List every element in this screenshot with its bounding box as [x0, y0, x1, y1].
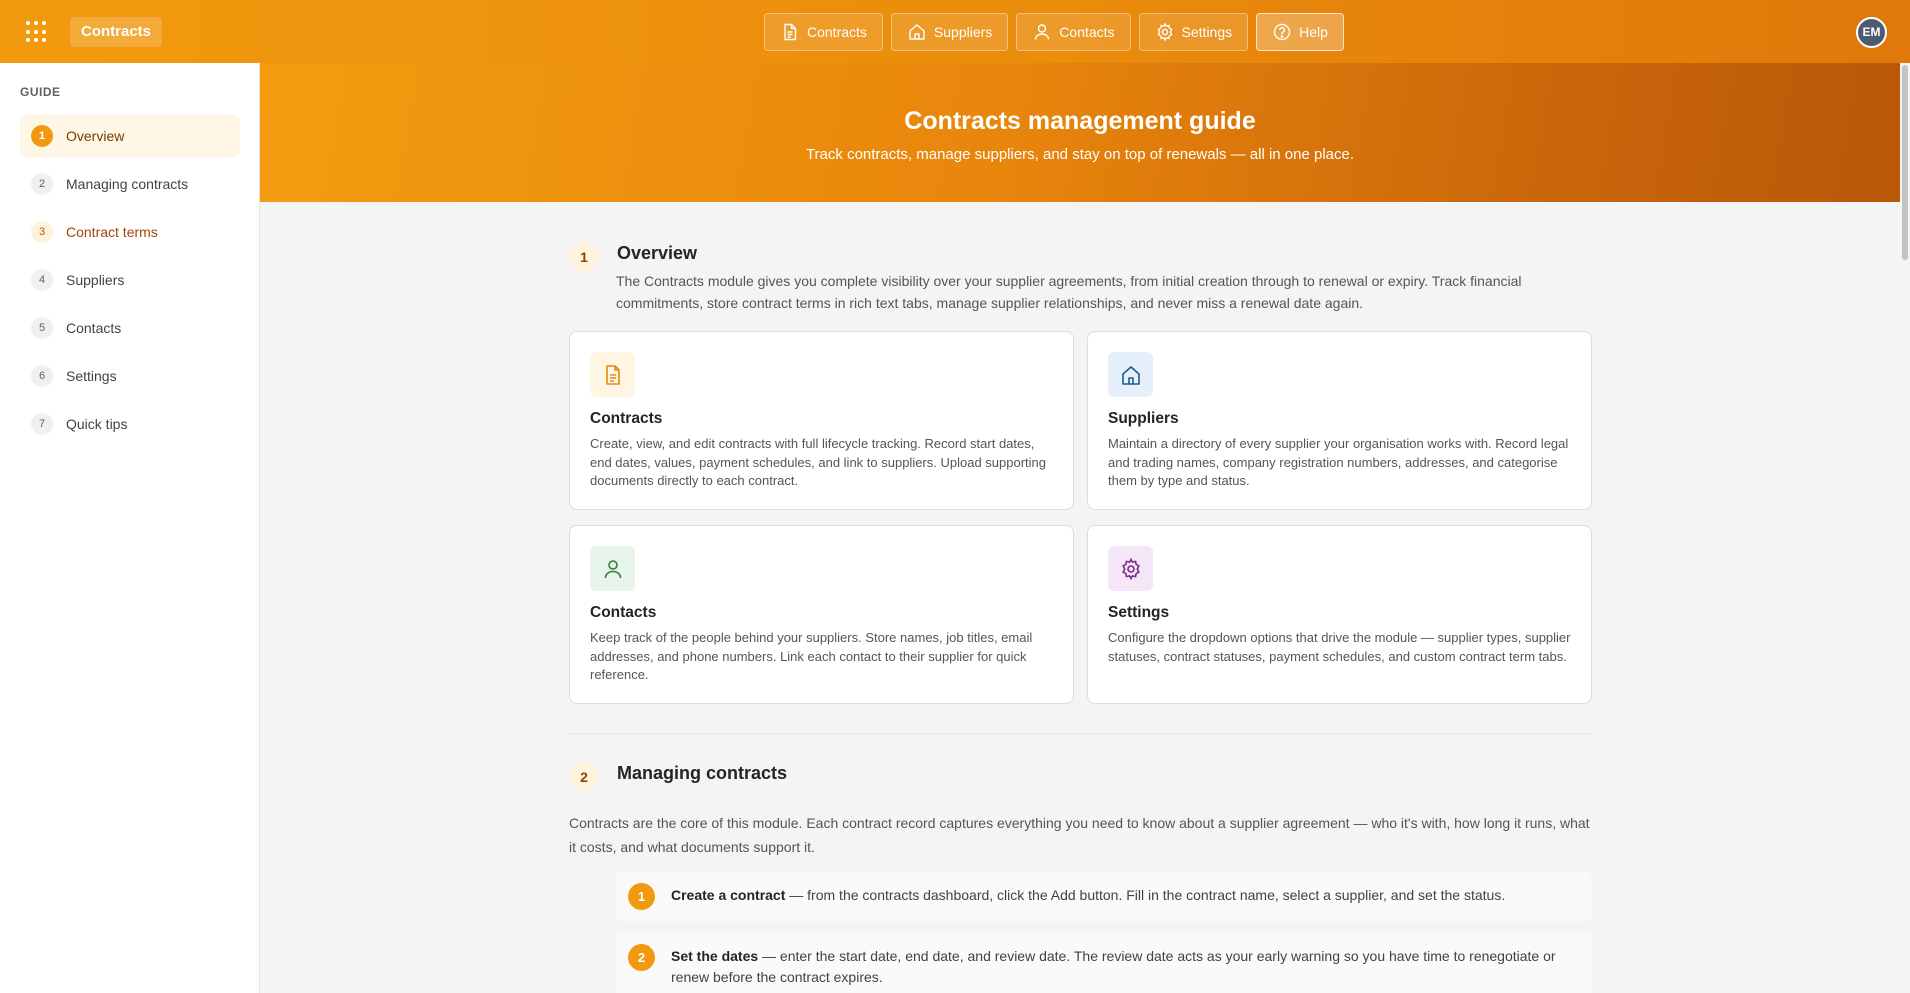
sidebar-item-overview[interactable]: 1 Overview: [20, 115, 240, 157]
top-bar: Contracts Contracts Suppliers Contacts S…: [0, 0, 1910, 63]
card-title: Suppliers: [1108, 410, 1179, 427]
feature-card-contacts[interactable]: Contacts Keep track of the people behind…: [569, 525, 1074, 704]
sidebar-item-label: Contacts: [66, 320, 122, 336]
step-number: 2: [628, 944, 655, 971]
sidebar-item-number: 5: [31, 317, 53, 339]
nav-contracts-label: Contracts: [807, 24, 867, 40]
nav-help-label: Help: [1299, 24, 1328, 40]
card-text: Create, view, and edit contracts with fu…: [590, 436, 1047, 488]
building-icon: [1121, 365, 1140, 385]
section-number: 1: [569, 242, 599, 272]
nav-suppliers-label: Suppliers: [933, 24, 993, 40]
section-overview-header: 1 Overview: [569, 242, 697, 272]
sidebar-item-label: Overview: [66, 128, 125, 144]
sidebar-item-number: 3: [31, 221, 53, 243]
sidebar-list: 1 Overview 2 Managing contracts 3 Contra…: [20, 115, 240, 451]
sidebar-item-label: Managing contracts: [66, 176, 189, 192]
guide-sidebar: GUIDE 1 Overview 2 Managing contracts 3 …: [0, 63, 260, 993]
sidebar-item-number: 6: [31, 365, 53, 387]
step-title: Create a contract: [671, 887, 786, 903]
sidebar-item-label: Settings: [66, 368, 117, 384]
nav-help-button[interactable]: Help: [1256, 13, 1344, 51]
nav-settings-button[interactable]: Settings: [1138, 13, 1249, 51]
section-title: Overview: [617, 243, 698, 263]
sidebar-heading: GUIDE: [20, 85, 61, 99]
step-number: 1: [628, 883, 655, 910]
card-icon-box: [1108, 352, 1153, 397]
nav-contacts-label: Contacts: [1059, 24, 1115, 40]
gear-icon: [1121, 557, 1140, 580]
card-text: Maintain a directory of every supplier y…: [1108, 436, 1569, 488]
sidebar-item-number: 2: [31, 173, 53, 195]
card-icon-box: [1108, 546, 1153, 591]
person-icon: [604, 559, 621, 578]
sidebar-item-suppliers[interactable]: 4 Suppliers: [20, 259, 240, 301]
nav-settings-label: Settings: [1181, 24, 1233, 40]
page-subtitle: Track contracts, manage suppliers, and s…: [805, 146, 1355, 163]
sidebar-item-quick-tips[interactable]: 7 Quick tips: [20, 403, 240, 445]
person-icon: [1035, 24, 1050, 40]
nav-contracts-button[interactable]: Contracts: [764, 13, 883, 51]
section-managing-header: 2 Managing contracts: [569, 762, 787, 792]
document-icon: [605, 364, 620, 385]
sidebar-item-label: Suppliers: [66, 272, 125, 288]
gear-icon: [1157, 22, 1173, 42]
app-title[interactable]: Contracts: [70, 17, 163, 47]
building-icon: [909, 24, 925, 40]
sidebar-item-label: Quick tips: [66, 416, 128, 432]
sidebar-item-contacts[interactable]: 5 Contacts: [20, 307, 240, 349]
sidebar-item-number: 4: [31, 269, 53, 291]
feature-card-contracts[interactable]: Contracts Create, view, and edit contrac…: [569, 331, 1074, 510]
section-divider: [569, 733, 1592, 734]
sidebar-item-number: 1: [31, 125, 53, 147]
card-title: Settings: [1108, 604, 1170, 621]
feature-card-settings[interactable]: Settings Configure the dropdown options …: [1087, 525, 1592, 704]
nav-suppliers-button[interactable]: Suppliers: [890, 13, 1009, 51]
step-body: — enter the start date, end date, and re…: [671, 948, 1556, 985]
sidebar-item-managing-contracts[interactable]: 2 Managing contracts: [20, 163, 240, 205]
top-nav: Contracts Suppliers Contacts Settings He…: [764, 13, 1344, 51]
nav-contacts-button[interactable]: Contacts: [1016, 13, 1131, 51]
section-number: 2: [569, 762, 599, 792]
card-text: Configure the dropdown options that driv…: [1108, 630, 1571, 664]
hero-banner: Contracts management guide Track contrac…: [260, 63, 1900, 202]
step-item: 1 Create a contract — from the contracts…: [616, 872, 1592, 921]
section-overview-description: The Contracts module gives you complete …: [616, 273, 1522, 311]
question-circle-icon: [1273, 23, 1291, 41]
app-launcher-icon[interactable]: [26, 21, 48, 43]
document-icon: [784, 23, 797, 41]
sidebar-item-number: 7: [31, 413, 53, 435]
page-title: Contracts management guide: [904, 107, 1256, 135]
scrollbar-thumb[interactable]: [1902, 65, 1908, 260]
card-icon-box: [590, 352, 635, 397]
step-text: Set the dates — enter the start date, en…: [671, 946, 1580, 988]
sidebar-item-label: Contract terms: [66, 224, 158, 240]
sidebar-item-settings[interactable]: 6 Settings: [20, 355, 240, 397]
card-title: Contracts: [590, 410, 663, 427]
feature-card-suppliers[interactable]: Suppliers Maintain a directory of every …: [1087, 331, 1592, 510]
step-body: — from the contracts dashboard, click th…: [785, 887, 1506, 903]
card-icon-box: [590, 546, 635, 591]
step-text: Create a contract — from the contracts d…: [671, 885, 1505, 906]
step-item: 2 Set the dates — enter the start date, …: [616, 933, 1592, 993]
card-title: Contacts: [590, 604, 657, 621]
step-title: Set the dates: [671, 948, 759, 964]
card-text: Keep track of the people behind your sup…: [590, 630, 1033, 682]
section-title: Managing contracts: [617, 763, 788, 783]
user-avatar[interactable]: EM: [1856, 17, 1887, 48]
sidebar-item-contract-terms[interactable]: 3 Contract terms: [20, 211, 240, 253]
section-managing-description: Contracts are the core of this module. E…: [569, 815, 1590, 855]
